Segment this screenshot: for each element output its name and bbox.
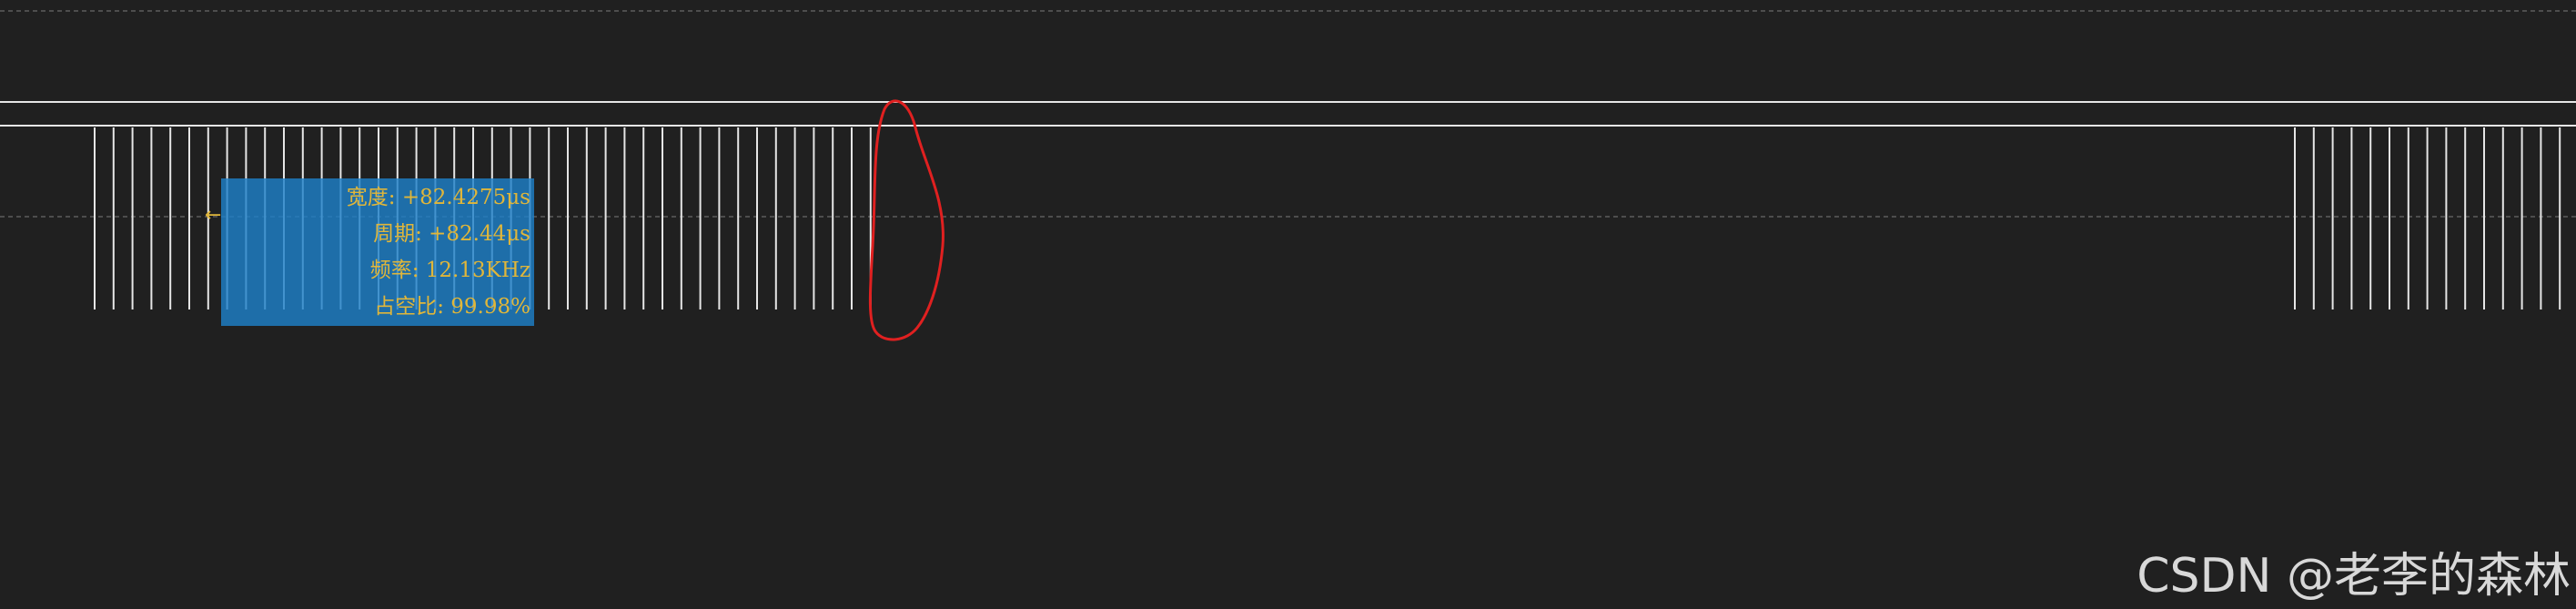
pulse-train-right: [2294, 127, 2561, 310]
left-arrow-icon[interactable]: ←: [205, 206, 221, 226]
watermark: CSDN @老李的森林: [2137, 549, 2571, 604]
red-annotation-loop: [868, 99, 945, 341]
oscilloscope-view: ← 宽度: +82.4275μs 周期: +82.44μs 频率: 12.13K…: [0, 0, 2576, 609]
frequency-readout: 频率: 12.13KHz: [369, 259, 530, 282]
period-readout: 周期: +82.44μs: [373, 222, 530, 246]
pulse-width-readout: 宽度: +82.4275μs: [346, 186, 530, 209]
duty-cycle-readout: 占空比: 99.98%: [374, 295, 530, 319]
measurement-panel: 宽度: +82.4275μs 周期: +82.44μs 频率: 12.13KHz…: [221, 178, 534, 326]
